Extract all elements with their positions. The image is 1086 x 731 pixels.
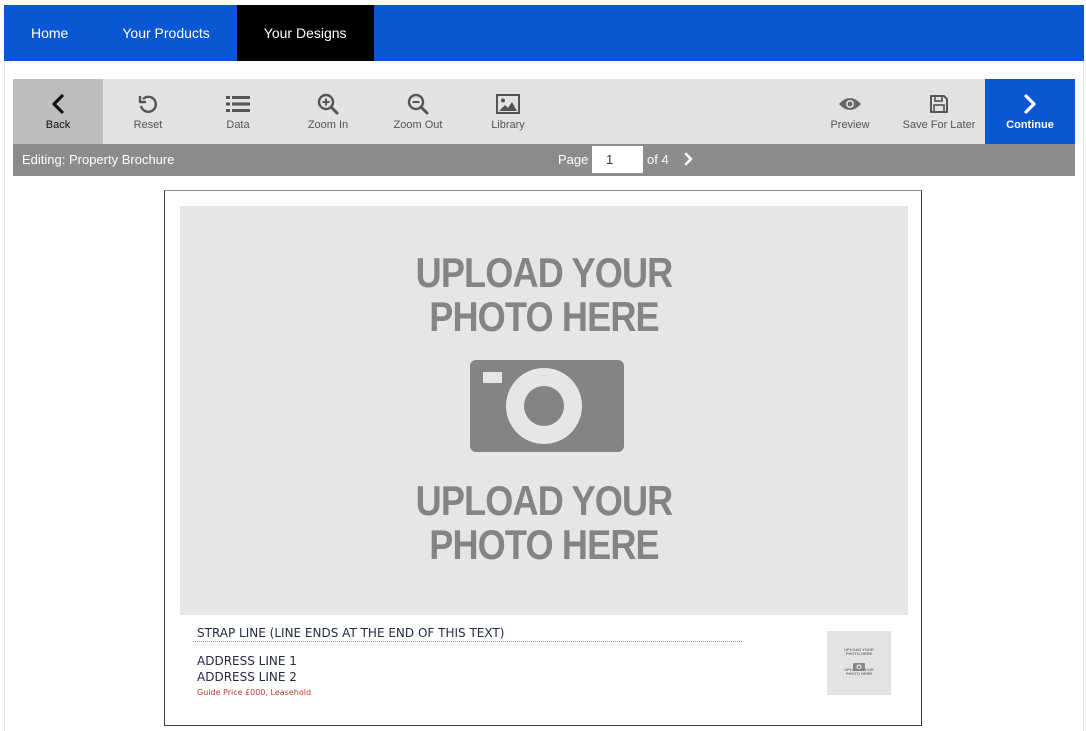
photo-placeholder[interactable]: UPLOAD YOUR PHOTO HERE UPLOAD YOUR PHOTO… <box>180 206 908 615</box>
save-for-later-button[interactable]: Save For Later <box>898 79 980 144</box>
upload-text-bottom-line2: PHOTO HERE <box>429 521 659 568</box>
nav-tab-your-products[interactable]: Your Products <box>95 5 236 61</box>
editor-toolbar: Back Reset Data Zoom In Zoom Out Library <box>13 79 1075 144</box>
upload-text-bottom-line1: UPLOAD YOUR <box>415 477 674 524</box>
top-navigation: Home Your Products Your Designs <box>4 5 1084 61</box>
strap-line-text[interactable]: STRAP LINE (LINE ENDS AT THE END OF THIS… <box>197 626 504 640</box>
library-label: Library <box>491 119 525 131</box>
list-icon <box>226 92 250 116</box>
data-label: Data <box>226 119 250 131</box>
data-button[interactable]: Data <box>207 79 269 144</box>
logo-upload-text-line4: PHOTO HERE <box>845 671 873 676</box>
image-icon <box>496 92 520 116</box>
nav-tab-home[interactable]: Home <box>4 5 95 61</box>
back-button[interactable]: Back <box>13 79 103 144</box>
address-line-2[interactable]: ADDRESS LINE 2 <box>197 670 297 684</box>
status-bar: Editing: Property Brochure Page of 4 <box>13 144 1075 176</box>
reset-button[interactable]: Reset <box>117 79 179 144</box>
eye-icon <box>838 92 862 116</box>
zoom-in-label: Zoom In <box>307 119 349 131</box>
save-for-later-label: Save For Later <box>902 119 976 131</box>
next-page-icon[interactable] <box>681 149 697 169</box>
address-line-1[interactable]: ADDRESS LINE 1 <box>197 654 297 668</box>
chevron-right-icon <box>1023 92 1037 116</box>
logo-placeholder[interactable]: UPLOAD YOUR PHOTO HERE UPLOAD YOUR PHOTO… <box>827 631 891 695</box>
guide-price-text[interactable]: Guide Price £000, Leasehold <box>197 688 311 697</box>
library-button[interactable]: Library <box>477 79 539 144</box>
continue-label: Continue <box>1006 119 1054 131</box>
camera-icon <box>470 360 624 457</box>
editing-title: Editing: Property Brochure <box>22 152 175 167</box>
page-label: Page <box>558 152 589 167</box>
reset-label: Reset <box>133 119 163 131</box>
page-number-input[interactable] <box>592 146 643 173</box>
undo-icon <box>137 92 159 116</box>
preview-button[interactable]: Preview <box>819 79 881 144</box>
strap-divider <box>193 641 742 642</box>
upload-text-top-line1: UPLOAD YOUR <box>415 249 674 296</box>
zoom-out-icon <box>407 92 429 116</box>
zoom-out-label: Zoom Out <box>393 119 443 131</box>
zoom-in-icon <box>317 92 339 116</box>
chevron-left-icon <box>51 92 65 116</box>
preview-label: Preview <box>830 119 870 131</box>
save-icon <box>929 92 949 116</box>
document-page: UPLOAD YOUR PHOTO HERE UPLOAD YOUR PHOTO… <box>164 190 922 726</box>
continue-button[interactable]: Continue <box>985 79 1075 144</box>
page-count: of 4 <box>647 152 669 167</box>
back-label: Back <box>45 119 71 131</box>
zoom-in-button[interactable]: Zoom In <box>297 79 359 144</box>
zoom-out-button[interactable]: Zoom Out <box>387 79 449 144</box>
nav-tab-your-designs[interactable]: Your Designs <box>236 5 374 61</box>
upload-text-top-line2: PHOTO HERE <box>429 293 659 340</box>
logo-upload-text-line2: PHOTO HERE <box>845 651 873 656</box>
